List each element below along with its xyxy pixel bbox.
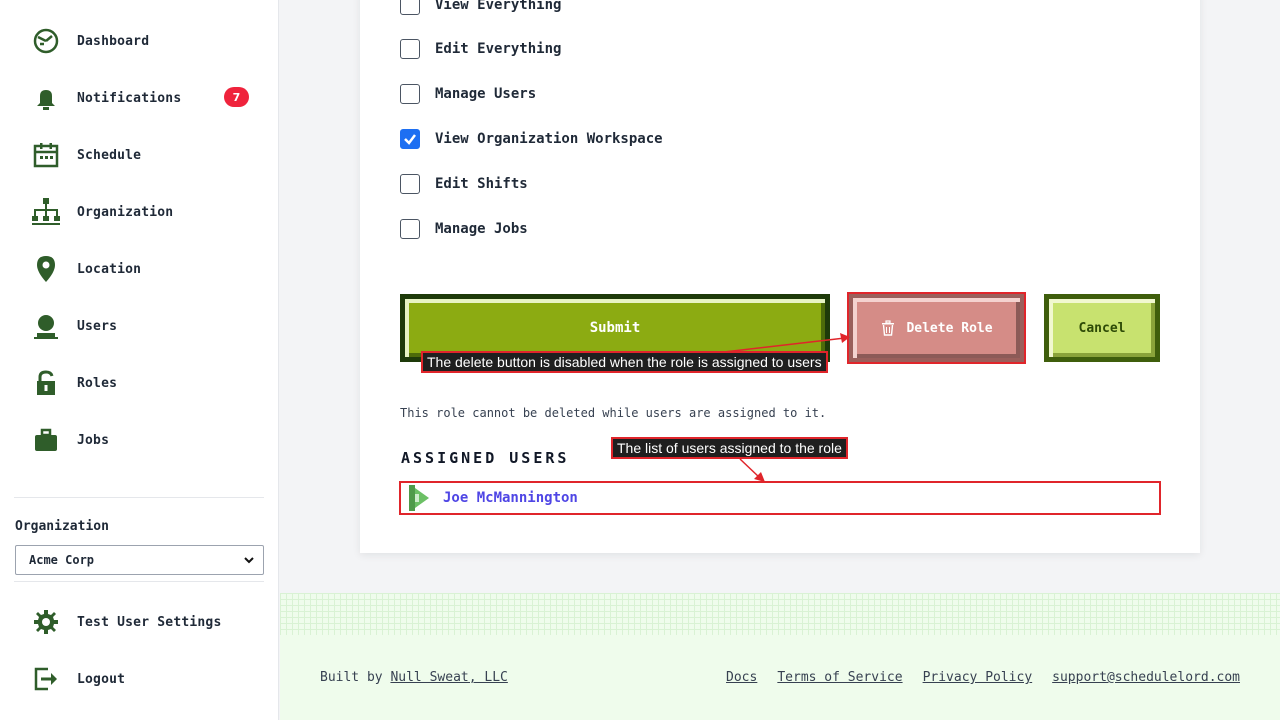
footer-links: Docs Terms of Service Privacy Policy sup… — [726, 670, 1240, 685]
sidebar-item-label: Schedule — [77, 147, 142, 163]
delete-disabled-note: This role cannot be deleted while users … — [400, 406, 827, 420]
sidebar-item-label: Test User Settings — [77, 614, 222, 630]
sidebar-item-label: Organization — [77, 204, 174, 220]
footer-terms-link[interactable]: Terms of Service — [777, 670, 902, 685]
footer-privacy-link[interactable]: Privacy Policy — [923, 670, 1033, 685]
cancel-button[interactable]: Cancel — [1044, 294, 1160, 362]
footer-docs-link[interactable]: Docs — [726, 670, 757, 685]
sidebar-item-location[interactable]: Location — [30, 249, 262, 289]
permission-view-organization-workspace[interactable]: View Organization Workspace — [400, 129, 663, 149]
permission-label: View Organization Workspace — [435, 131, 663, 147]
organization-select-value: Acme Corp — [29, 553, 95, 567]
permission-label: Edit Shifts — [435, 176, 528, 192]
sidebar: Dashboard Notifications 7 Schedule Organ… — [0, 0, 279, 720]
sidebar-item-label: Roles — [77, 375, 118, 391]
bell-icon — [30, 82, 62, 114]
annotation-delete-disabled: The delete button is disabled when the r… — [421, 351, 828, 373]
sidebar-item-label: Location — [77, 261, 142, 277]
sidebar-item-label: Dashboard — [77, 33, 150, 49]
permission-manage-users[interactable]: Manage Users — [400, 84, 536, 104]
sidebar-item-label: Logout — [77, 671, 126, 687]
sidebar-item-roles[interactable]: Roles — [30, 363, 262, 403]
trash-icon — [882, 320, 895, 336]
organization-select[interactable]: Acme Corp — [15, 545, 264, 575]
sidebar-item-users[interactable]: Users — [30, 306, 262, 346]
gear-icon — [30, 606, 62, 638]
footer-built-by: Built by — [320, 670, 383, 685]
sidebar-item-label: Jobs — [77, 432, 110, 448]
footer-support-email-link[interactable]: support@schedulelord.com — [1052, 670, 1240, 685]
checkbox[interactable] — [400, 0, 420, 15]
delete-role-label: Delete Role — [906, 320, 993, 336]
user-icon — [30, 310, 62, 342]
checkbox[interactable] — [400, 84, 420, 104]
footer-credit: Built by Null Sweat, LLC — [320, 670, 508, 685]
assigned-user-row[interactable]: Joe McMannington — [399, 481, 1161, 515]
sidebar-item-test-user-settings[interactable]: Test User Settings — [30, 602, 262, 642]
sidebar-item-organization[interactable]: Organization — [30, 192, 262, 232]
partial-icon — [30, 481, 62, 492]
briefcase-icon — [30, 424, 62, 456]
map-pin-icon — [30, 253, 62, 285]
nav-divider — [14, 581, 264, 582]
checkbox[interactable] — [400, 174, 420, 194]
role-edit-card — [360, 0, 1200, 553]
user-avatar-icon — [409, 485, 429, 511]
checkmark-icon — [404, 134, 416, 145]
nav-divider — [14, 497, 264, 498]
checkbox[interactable] — [400, 219, 420, 239]
dashboard-icon — [30, 25, 62, 57]
annotation-assigned-list: The list of users assigned to the role — [611, 437, 848, 459]
checkbox[interactable] — [400, 39, 420, 59]
permission-label: Edit Everything — [435, 41, 562, 57]
sidebar-item-label: Notifications — [77, 90, 182, 106]
sidebar-item-dashboard[interactable]: Dashboard — [30, 21, 262, 61]
calendar-icon — [30, 139, 62, 171]
delete-role-button[interactable]: Delete Role — [847, 292, 1026, 364]
assigned-user-link[interactable]: Joe McMannington — [443, 490, 578, 506]
permission-manage-jobs[interactable]: Manage Jobs — [400, 219, 528, 239]
permission-edit-shifts[interactable]: Edit Shifts — [400, 174, 528, 194]
permission-label: Manage Jobs — [435, 221, 528, 237]
footer: Built by Null Sweat, LLC Docs Terms of S… — [280, 635, 1280, 720]
sidebar-item-schedule[interactable]: Schedule — [30, 135, 262, 175]
assigned-users-title: ASSIGNED USERS — [401, 449, 570, 467]
chevron-down-icon — [243, 554, 255, 569]
permission-label: Manage Users — [435, 86, 537, 102]
sidebar-nav: Dashboard Notifications 7 Schedule Organ… — [0, 0, 279, 492]
sidebar-item-partial[interactable] — [30, 477, 262, 492]
permission-label: View Everything — [435, 0, 562, 13]
sidebar-item-logout[interactable]: Logout — [30, 659, 262, 699]
sidebar-item-notifications[interactable]: Notifications 7 — [30, 78, 262, 118]
footer-company-link[interactable]: Null Sweat, LLC — [390, 670, 507, 685]
checkbox-checked[interactable] — [400, 129, 420, 149]
org-chart-icon — [30, 196, 62, 228]
permission-edit-everything[interactable]: Edit Everything — [400, 39, 561, 59]
sidebar-item-label: Users — [77, 318, 118, 334]
sidebar-item-jobs[interactable]: Jobs — [30, 420, 262, 460]
footer-pattern — [280, 593, 1280, 635]
lock-icon — [30, 367, 62, 399]
organization-label: Organization — [15, 519, 109, 534]
permission-view-everything[interactable]: View Everything — [400, 0, 561, 15]
notification-count-badge: 7 — [224, 87, 249, 107]
logout-icon — [30, 663, 62, 695]
